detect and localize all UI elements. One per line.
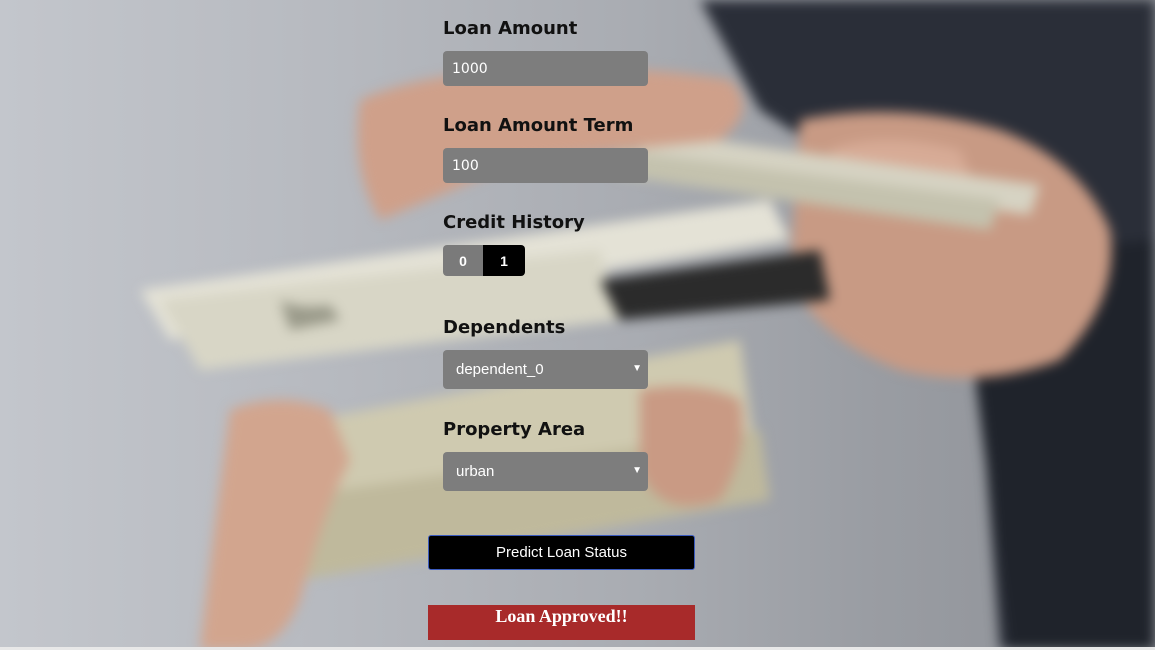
caret-down-icon: ▼: [632, 363, 642, 374]
result-banner: Loan Approved!!: [428, 605, 695, 640]
credit-history-option-1[interactable]: 1: [483, 245, 525, 276]
property-area-select[interactable]: urban ▼: [443, 452, 648, 491]
credit-history-option-0[interactable]: 0: [443, 245, 483, 276]
dependents-select[interactable]: dependent_0 ▼: [443, 350, 648, 389]
loan-amount-label: Loan Amount: [443, 18, 578, 39]
loan-amount-term-input[interactable]: [443, 148, 648, 183]
credit-history-toggle: 0 1: [443, 245, 525, 276]
property-area-selected-value: urban: [456, 463, 495, 480]
dependents-selected-value: dependent_0: [456, 361, 544, 378]
loan-amount-input[interactable]: [443, 51, 648, 86]
caret-down-icon: ▼: [632, 465, 642, 476]
loan-amount-term-label: Loan Amount Term: [443, 115, 634, 136]
predict-loan-status-button[interactable]: Predict Loan Status: [428, 535, 695, 570]
dependents-label: Dependents: [443, 317, 566, 338]
credit-history-label: Credit History: [443, 212, 585, 233]
property-area-label: Property Area: [443, 419, 586, 440]
